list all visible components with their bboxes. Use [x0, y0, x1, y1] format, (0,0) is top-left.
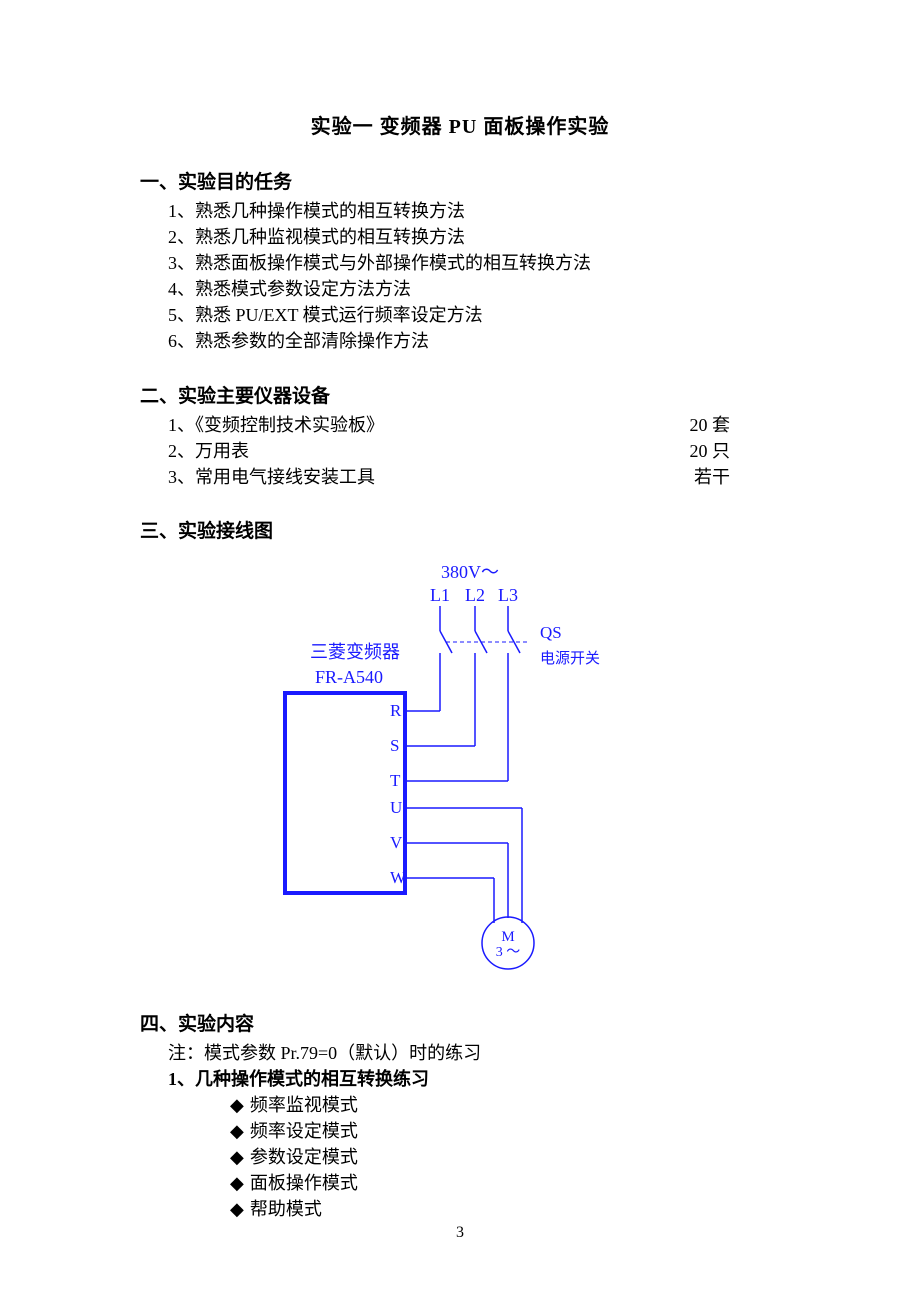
page-number: 3 [0, 1224, 920, 1242]
bullet-item: ◆ 帮助模式 [140, 1196, 780, 1222]
document-page: 实验一 变频器 PU 面板操作实验 一、实验目的任务 1、熟悉几种操作模式的相互… [0, 0, 920, 1302]
equipment-row: 1、《变频控制技术实验板》 20 套 [140, 412, 780, 438]
switch-name-label: 电源开关 [540, 650, 600, 667]
bullet-item: ◆ 参数设定模式 [140, 1144, 780, 1170]
diamond-icon: ◆ [230, 1144, 244, 1170]
bullet-item: ◆ 面板操作模式 [140, 1170, 780, 1196]
section-1-item: 6、熟悉参数的全部清除操作方法 [140, 328, 780, 354]
equipment-qty: 20 套 [690, 412, 781, 438]
section-4-subhead: 1、几种操作模式的相互转换练习 [140, 1066, 780, 1092]
section-3-head: 三、实验接线图 [140, 516, 780, 543]
phase-l3-label: L3 [498, 585, 518, 605]
supply-voltage-label: 380V～ [441, 562, 499, 582]
section-1-item: 1、熟悉几种操作模式的相互转换方法 [140, 198, 780, 224]
diamond-icon: ◆ [230, 1170, 244, 1196]
terminal-s: S [390, 736, 399, 755]
section-4-head: 四、实验内容 [140, 1009, 780, 1036]
terminal-u: U [390, 798, 402, 817]
device-line2: FR-A540 [315, 667, 383, 687]
equipment-row: 2、万用表 20 只 [140, 438, 780, 464]
phase-l1-label: L1 [430, 585, 450, 605]
bullet-item: ◆ 频率设定模式 [140, 1118, 780, 1144]
terminal-v: V [390, 833, 403, 852]
terminal-r: R [390, 701, 402, 720]
section-1-head: 一、实验目的任务 [140, 167, 780, 194]
wiring-diagram: 380V～ L1 L2 L3 QS 电源开关 三菱变频器 FR-A540 [140, 553, 780, 983]
bullet-text: 帮助模式 [250, 1199, 322, 1219]
terminal-w: W [390, 868, 407, 887]
equipment-label: 3、常用电气接线安装工具 [168, 464, 375, 490]
equipment-qty: 若干 [694, 464, 780, 490]
section-2-head: 二、实验主要仪器设备 [140, 381, 780, 408]
equipment-row: 3、常用电气接线安装工具 若干 [140, 464, 780, 490]
inverter-box [285, 693, 405, 893]
bullet-text: 频率设定模式 [250, 1121, 358, 1141]
bullet-item: ◆ 频率监视模式 [140, 1092, 780, 1118]
bullet-text: 面板操作模式 [250, 1173, 358, 1193]
equipment-label: 1、《变频控制技术实验板》 [168, 412, 384, 438]
section-1-item: 2、熟悉几种监视模式的相互转换方法 [140, 224, 780, 250]
motor-m: M [501, 929, 514, 945]
section-1-item: 5、熟悉 PU/EXT 模式运行频率设定方法 [140, 302, 780, 328]
diamond-icon: ◆ [230, 1196, 244, 1222]
equipment-qty: 20 只 [690, 438, 781, 464]
diamond-icon: ◆ [230, 1092, 244, 1118]
section-1-item: 4、熟悉模式参数设定方法方法 [140, 276, 780, 302]
diamond-icon: ◆ [230, 1118, 244, 1144]
section-4-note: 注：模式参数 Pr.79=0（默认）时的练习 [140, 1040, 780, 1066]
wiring-diagram-svg: 380V～ L1 L2 L3 QS 电源开关 三菱变频器 FR-A540 [230, 553, 690, 983]
equipment-label: 2、万用表 [168, 438, 249, 464]
bullet-text: 频率监视模式 [250, 1095, 358, 1115]
motor-3phase: 3 ～ [496, 945, 521, 960]
bullet-text: 参数设定模式 [250, 1147, 358, 1167]
page-title: 实验一 变频器 PU 面板操作实验 [140, 110, 780, 139]
section-1-item: 3、熟悉面板操作模式与外部操作模式的相互转换方法 [140, 250, 780, 276]
device-line1: 三菱变频器 [310, 642, 400, 662]
phase-l2-label: L2 [465, 585, 485, 605]
terminal-t: T [390, 771, 401, 790]
switch-qs-label: QS [540, 623, 562, 642]
